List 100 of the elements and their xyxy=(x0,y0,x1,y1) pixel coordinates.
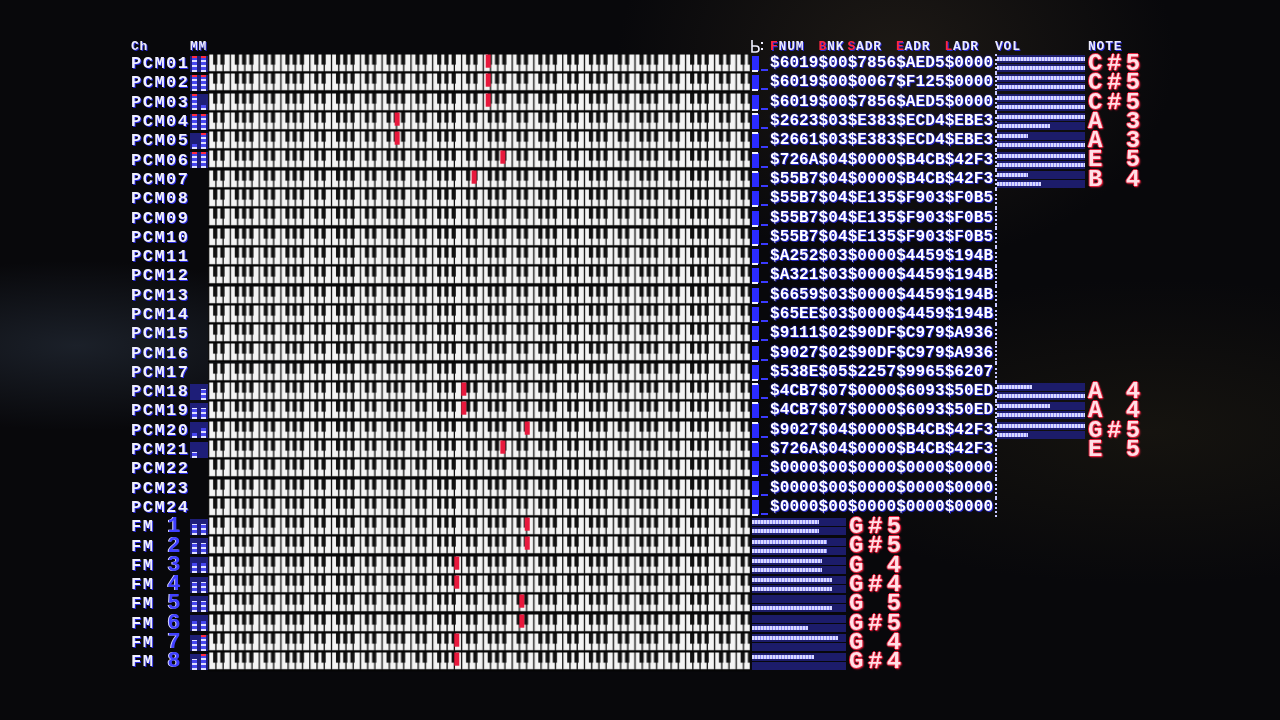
column-header: BNK xyxy=(818,40,845,54)
loop-address-value: $194B xyxy=(944,247,994,267)
channel-label: PCM03 xyxy=(131,92,190,112)
bank-value: $00 xyxy=(818,478,848,498)
start-address-value: $0000 xyxy=(847,150,897,170)
column-header: SADR xyxy=(847,40,882,54)
end-address-value: $4459 xyxy=(896,266,945,286)
loop-address-value: $A936 xyxy=(944,343,994,363)
start-address-value: $0000 xyxy=(847,459,897,479)
bank-value: $04 xyxy=(818,227,848,247)
bank-value: $03 xyxy=(818,112,848,132)
loop-address-value: $A936 xyxy=(944,324,994,344)
channel-label: PCM08 xyxy=(131,189,190,209)
end-address-value: $C979 xyxy=(896,324,945,344)
loop-address-value: $194B xyxy=(944,285,994,305)
loop-address-value: $42F3 xyxy=(944,150,994,170)
channel-number: 6 xyxy=(167,613,181,633)
channel-label: PCM16 xyxy=(131,343,190,363)
end-address-value: $AED5 xyxy=(896,92,945,112)
end-address-value: $4459 xyxy=(896,247,945,267)
channel-number: 7 xyxy=(167,633,181,653)
fnum-value: $538E xyxy=(770,362,819,382)
note-name: G#5 xyxy=(1088,420,1145,440)
channel-label: PCM24 xyxy=(131,497,190,517)
channel-number: 4 xyxy=(167,575,181,595)
channel-label: FM xyxy=(131,613,155,633)
loop-address-value: $0000 xyxy=(944,73,994,93)
note-name: C#5 xyxy=(1088,92,1145,112)
end-address-value: $ECD4 xyxy=(896,112,945,132)
start-address-value: $7856 xyxy=(847,92,897,112)
start-address-value: $E383 xyxy=(847,112,897,132)
channel-number: 5 xyxy=(167,594,181,614)
start-address-value: $E383 xyxy=(847,131,897,151)
loop-address-value: $0000 xyxy=(944,478,994,498)
start-address-value: $0000 xyxy=(847,305,897,324)
channel-label: PCM18 xyxy=(131,382,190,402)
fnum-value: $0000 xyxy=(770,459,819,479)
end-address-value: $6093 xyxy=(896,382,945,402)
bank-value: $03 xyxy=(818,266,848,286)
bank-value: $00 xyxy=(818,54,848,74)
loop-address-value: $0000 xyxy=(944,459,994,479)
end-address-value: $6093 xyxy=(896,401,945,421)
channel-label: PCM19 xyxy=(131,401,190,421)
channel-label: FM xyxy=(131,633,155,653)
start-address-value: $E135 xyxy=(847,208,897,228)
bank-value: $05 xyxy=(818,362,848,382)
fnum-value: $A321 xyxy=(770,266,819,286)
channel-label: FM xyxy=(131,594,155,614)
note-name: C#5 xyxy=(1088,54,1145,74)
bank-value: $04 xyxy=(818,208,848,228)
bank-value: $00 xyxy=(818,73,848,93)
bank-value: $04 xyxy=(818,420,848,440)
fnum-value: $9111 xyxy=(770,324,819,344)
fnum-value: $0000 xyxy=(770,497,819,517)
channel-label: PCM06 xyxy=(131,150,190,170)
end-address-value: $F903 xyxy=(896,227,945,247)
end-address-value: $C979 xyxy=(896,343,945,363)
channel-label: PCM12 xyxy=(131,266,190,286)
loop-address-value: $42F3 xyxy=(944,169,994,189)
column-header: NOTE xyxy=(1088,40,1123,54)
channel-label: PCM04 xyxy=(131,112,190,132)
loop-address-value: $0000 xyxy=(944,54,994,74)
note-name: G#5 xyxy=(849,517,906,537)
fnum-value: $65EE xyxy=(770,305,819,324)
channel-label: PCM10 xyxy=(131,227,190,247)
channel-label: FM xyxy=(131,555,155,575)
fnum-value: $6019 xyxy=(770,73,819,93)
fnum-value: $726A xyxy=(770,150,819,170)
note-name: G 5 xyxy=(849,594,906,614)
fnum-value: $9027 xyxy=(770,343,819,363)
loop-address-value: $EBE3 xyxy=(944,112,994,132)
note-name: G#4 xyxy=(849,652,906,672)
channel-number: 1 xyxy=(167,517,181,537)
channel-label: PCM07 xyxy=(131,169,190,189)
note-name: C#5 xyxy=(1088,73,1145,93)
channel-number: 8 xyxy=(167,652,181,672)
fnum-value: $55B7 xyxy=(770,227,819,247)
note-name: G#5 xyxy=(849,613,906,633)
start-address-value: $7856 xyxy=(847,54,897,74)
start-address-value: $0000 xyxy=(847,401,897,421)
loop-address-value: $50ED xyxy=(944,382,994,402)
loop-address-value: $EBE3 xyxy=(944,131,994,151)
start-address-value: $90DF xyxy=(847,343,897,363)
end-address-value: $F903 xyxy=(896,208,945,228)
fnum-value: $55B7 xyxy=(770,189,819,209)
fnum-value: $6659 xyxy=(770,285,819,305)
channel-label: FM xyxy=(131,536,155,556)
loop-address-value: $F0B5 xyxy=(944,227,994,247)
start-address-value: $0000 xyxy=(847,478,897,498)
end-address-value: $B4CB xyxy=(896,420,945,440)
start-address-value: $0067 xyxy=(847,73,897,93)
loop-address-value: $42F3 xyxy=(944,420,994,440)
bank-value: $00 xyxy=(818,92,848,112)
note-name: G 4 xyxy=(849,555,906,575)
fnum-value: $2623 xyxy=(770,112,819,132)
bank-value: $00 xyxy=(818,459,848,479)
loop-address-value: $194B xyxy=(944,305,994,324)
bank-value: $04 xyxy=(818,169,848,189)
channel-label: PCM21 xyxy=(131,440,190,460)
bank-value: $07 xyxy=(818,401,848,421)
